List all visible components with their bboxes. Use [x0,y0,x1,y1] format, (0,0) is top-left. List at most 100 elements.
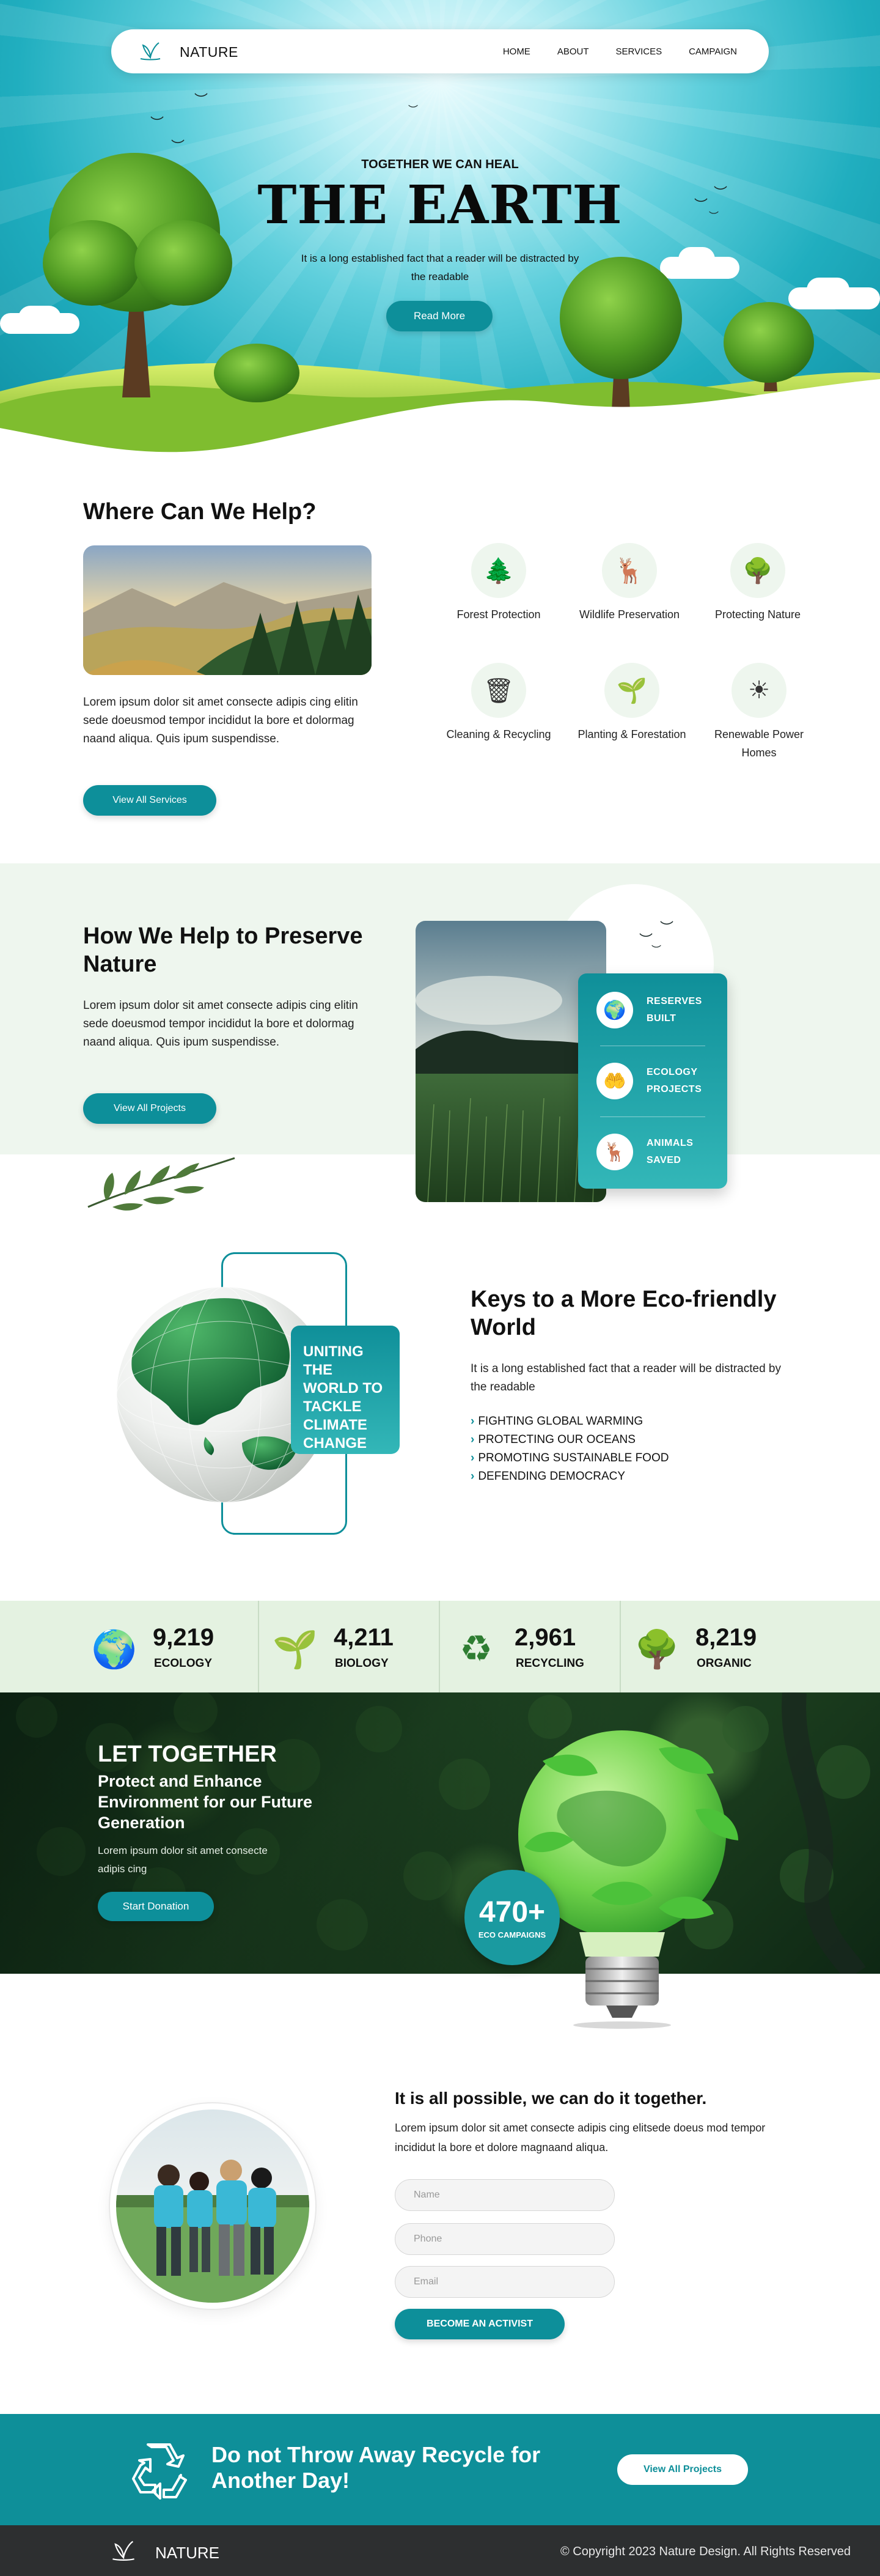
forest-icon: 🌲 [471,543,526,598]
preserve-paragraph: Lorem ipsum dolor sit amet consecte adip… [83,999,358,1049]
hero-section: ︶ ︶ ︶ ︶ ︶ ︶ ︶ ︶ NATURE HOME ABOUT SERVIC… [0,0,880,452]
service-label: Forest Protection [457,608,541,621]
hand-leaf-icon: 🤲 [596,1063,633,1099]
read-more-button[interactable]: Read More [386,301,493,331]
recycle-bin-icon: 🗑 [471,663,526,718]
hand-tree-icon: 🌳 [730,543,785,598]
list-item: › DEFENDING DEMOCRACY [471,1470,626,1483]
service-label: Wildlife Preservation [579,608,680,621]
footer: NATURE © Copyright 2023 Nature Design. A… [0,2525,880,2576]
counter-organic: 🌳 8,219 ORGANIC [621,1601,802,1692]
stat-label-line1: ANIMALS [647,1138,694,1148]
divider [600,1116,705,1117]
chevron-right-icon: › [471,1452,475,1464]
nav-item-services[interactable]: SERVICES [616,46,662,57]
list-item: › PROMOTING SUSTAINABLE FOOD [471,1452,669,1464]
service-label: Renewable Power Homes [714,728,804,759]
nav-item-campaign[interactable]: CAMPAIGN [689,46,737,57]
keys-title: Keys to a More Eco-friendly World [471,1286,777,1340]
seedling-icon: 🌱 [272,1628,318,1670]
counter-label: ECOLOGY [154,1657,213,1670]
counter-label: BIOLOGY [335,1657,389,1670]
chevron-right-icon: › [471,1415,475,1428]
activist-paragraph: Lorem ipsum dolor sit amet consecte adip… [395,2122,766,2153]
counter-label: ORGANIC [697,1657,752,1670]
uniting-badge: UNITING THE WORLD TO TACKLE CLIMATE CHAN… [291,1326,400,1454]
recycle-icon [132,2443,187,2500]
chevron-right-icon: › [471,1470,475,1483]
stat-label-line2: BUILT [647,1013,676,1024]
copyright-text: © Copyright 2023 Nature Design. All Righ… [560,2545,851,2558]
deer-icon: 🦌 [602,543,657,598]
become-activist-button[interactable]: BECOME AN ACTIVIST [395,2309,565,2339]
sprout-icon: 🌱 [604,663,659,718]
start-donation-button[interactable]: Start Donation [98,1892,214,1921]
stat-label-line1: ECOLOGY [647,1067,698,1077]
counter-biology: 🌱 4,211 BIOLOGY [259,1601,440,1692]
trees-icon: 🌳 [634,1628,680,1670]
service-label: Cleaning & Recycling [446,728,551,740]
brand-name[interactable]: NATURE [180,44,238,61]
counter-label: RECYCLING [516,1657,584,1670]
service-cleaning-recycling[interactable]: 🗑 Cleaning & Recycling [444,663,554,744]
list-item: › FIGHTING GLOBAL WARMING [471,1415,644,1428]
service-label: Planting & Forestation [578,728,686,740]
nav-item-home[interactable]: HOME [503,46,530,57]
counter-value: 2,961 [515,1624,576,1651]
service-renewable-power[interactable]: ☀ Renewable Power Homes [704,663,814,762]
view-all-projects-button[interactable]: View All Projects [617,2454,748,2485]
list-item: › PROTECTING OUR OCEANS [471,1433,636,1446]
hero-title: THE EARTH [257,174,623,236]
counter-value: 9,219 [153,1624,215,1651]
nav-item-about[interactable]: ABOUT [557,46,589,57]
help-title: Where Can We Help? [83,499,317,525]
recycle-icon: ♻ [460,1628,493,1669]
counter-value: 8,219 [695,1624,757,1651]
footer-brand[interactable]: NATURE [155,2544,219,2563]
service-wildlife-preservation[interactable]: 🦌 Wildlife Preservation [574,543,684,624]
badge-value: 470+ [479,1896,546,1928]
hero-kicker: TOGETHER WE CAN HEAL [361,158,519,171]
phone-field[interactable]: Phone [395,2223,615,2255]
view-all-projects-button[interactable]: View All Projects [83,1093,216,1124]
name-field[interactable]: Name [395,2179,615,2211]
logo-icon[interactable] [138,40,163,62]
service-protecting-nature[interactable]: 🌳 Protecting Nature [703,543,813,624]
solar-panel-icon: ☀ [732,663,787,718]
badge-label: ECO CAMPAIGNS [478,1930,546,1939]
view-all-services-button[interactable]: View All Services [83,785,216,816]
preserve-title: How We Help to Preserve Nature [83,923,363,977]
recycle-banner: Do not Throw Away Recycle for Another Da… [0,2414,880,2525]
stat-ecology-projects: 🤲 ECOLOGY PROJECTS [596,1054,713,1108]
counter-recycling: ♻ 2,961 RECYCLING [440,1601,621,1692]
page: ︶ ︶ ︶ ︶ ︶ ︶ ︶ ︶ NATURE HOME ABOUT SERVIC… [0,0,880,2576]
service-forest-protection[interactable]: 🌲 Forest Protection [444,543,554,624]
bird-icon: ︶ [660,920,674,936]
top-navbar: NATURE HOME ABOUT SERVICES CAMPAIGN [111,29,769,73]
keys-list: › FIGHTING GLOBAL WARMING › PROTECTING OUR… [471,1412,669,1486]
service-planting-forestation[interactable]: 🌱 Planting & Forestation [577,663,687,744]
volunteers-photo [116,2109,309,2303]
logo-icon[interactable] [110,2539,137,2563]
globe-icon: 🌍 [596,992,633,1028]
chevron-right-icon: › [471,1433,475,1446]
together-title: LET TOGETHER [98,1741,277,1767]
hero-subtitle: It is a long established fact that a rea… [301,253,579,282]
stat-label-line1: RESERVES [647,996,702,1006]
email-field[interactable]: Email [395,2266,615,2298]
help-paragraph: Lorem ipsum dolor sit amet consecte adip… [83,696,358,745]
nav-menu: HOME ABOUT SERVICES CAMPAIGN [503,46,737,57]
mountain-photo [83,545,372,675]
service-label: Protecting Nature [714,608,801,621]
earth-icon: 🌍 [91,1628,138,1670]
recycle-title: Do not Throw Away Recycle for Another Da… [211,2442,541,2493]
stat-reserves-built: 🌍 RESERVES BUILT [596,983,713,1037]
stat-label-line2: PROJECTS [647,1084,702,1094]
stats-card: 🌍 RESERVES BUILT 🤲 ECOLOGY PROJECTS 🦌 ANIM… [578,973,727,1189]
keys-paragraph: It is a long established fact that a rea… [471,1362,781,1393]
stat-label-line2: SAVED [647,1155,681,1165]
leaf-branch-decoration [87,1157,235,1211]
counter-ecology: 🌍 9,219 ECOLOGY [78,1601,259,1692]
deer-icon: 🦌 [596,1134,633,1170]
activist-title: It is all possible, we can do it togethe… [395,2089,707,2108]
